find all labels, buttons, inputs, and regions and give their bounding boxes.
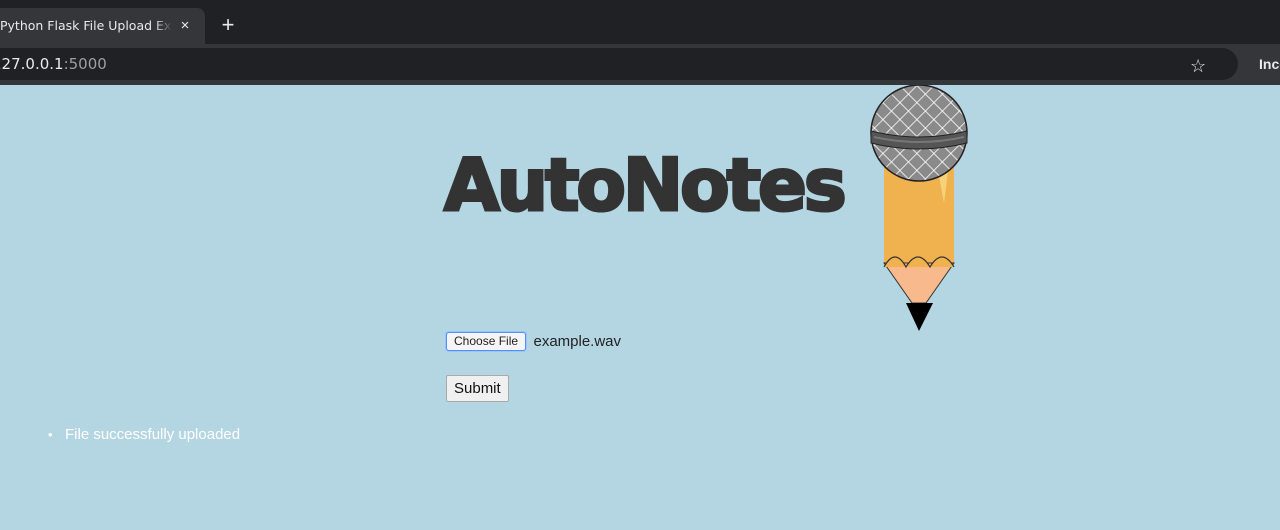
active-tab[interactable]: Python Flask File Upload Example × (0, 8, 205, 44)
close-icon[interactable]: × (176, 17, 194, 35)
logo-title: AutoNotes (443, 142, 849, 229)
mic-head (870, 85, 968, 182)
profile-label[interactable]: Incognito (1259, 56, 1280, 72)
pencil-tip (906, 303, 933, 331)
selected-file-name: example.wav (533, 333, 622, 350)
choose-file-button[interactable]: Choose File (446, 332, 527, 351)
tab-strip: Python Flask File Upload Example × + (0, 0, 1280, 44)
pencil-wood (883, 262, 955, 304)
bookmark-star-icon[interactable]: ☆ (1190, 57, 1206, 75)
microphone-pencil-logo-icon (870, 85, 968, 331)
page-content: AutoNotes Choose File example.wav Submit… (0, 85, 1280, 530)
url-text[interactable]: 127.0.0.1:5000 (0, 55, 107, 73)
browser-toolbar: 127.0.0.1:5000 ☆ Incognito (0, 44, 1280, 85)
new-tab-button[interactable]: + (216, 14, 240, 38)
flash-message: File successfully uploaded (48, 426, 240, 443)
file-input-row: Choose File example.wav (446, 332, 621, 351)
flash-messages: File successfully uploaded (48, 426, 240, 443)
submit-button[interactable]: Submit (446, 375, 509, 402)
address-bar[interactable]: 127.0.0.1:5000 ☆ (0, 48, 1238, 80)
url-host: 127.0.0.1 (0, 55, 64, 73)
tab-title: Python Flask File Upload Example (0, 18, 172, 33)
url-port: :5000 (63, 55, 107, 73)
